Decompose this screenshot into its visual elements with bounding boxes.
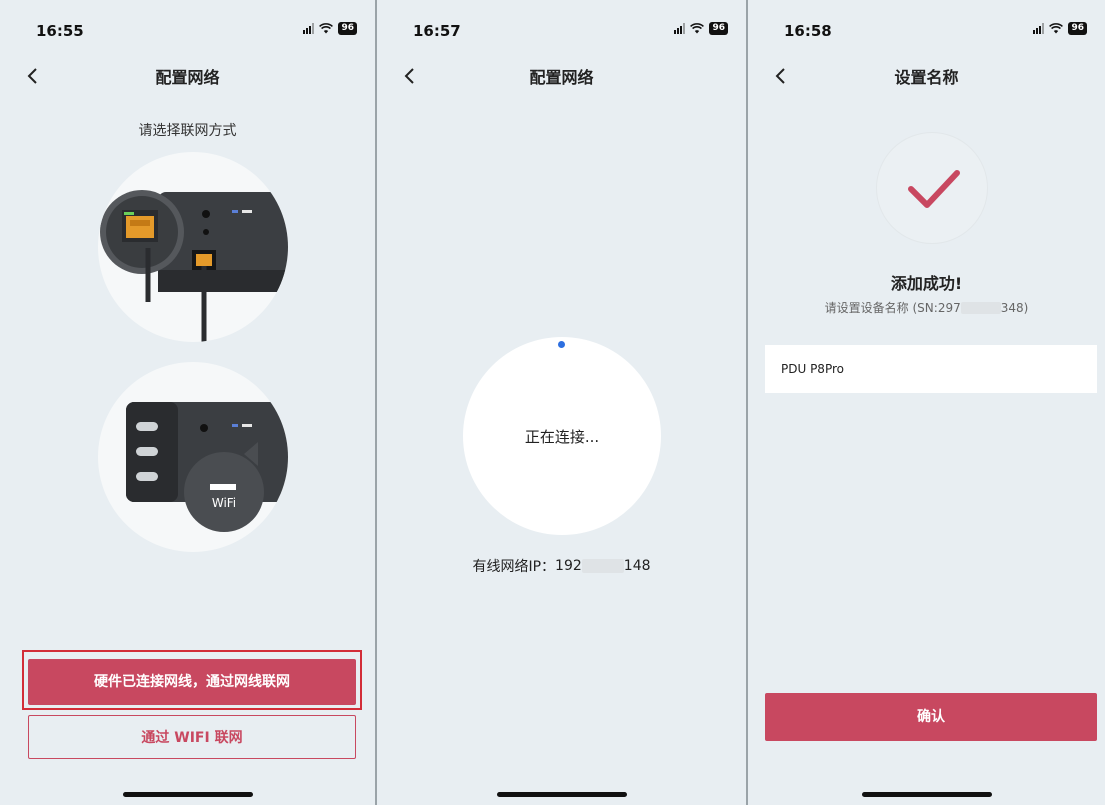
page-title: 配置网络 xyxy=(529,68,594,87)
wifi-label: WiFi xyxy=(211,496,237,510)
wifi-illustration[interactable]: WiFi xyxy=(98,362,288,552)
wifi-icon xyxy=(690,23,705,34)
redacted-block xyxy=(581,559,624,573)
connecting-screen: 16:57 96 配置网络 正在连接... 有线网络IP： 192 148 xyxy=(377,0,746,805)
ethernet-port-graphic xyxy=(100,190,288,342)
set-name-screen: 16:58 96 设置名称 添加成功! 请设置设备名称 (SN: 297 348… xyxy=(748,0,1105,805)
home-indicator[interactable] xyxy=(122,792,253,797)
ip-prefix: 192 xyxy=(555,558,582,574)
status-time: 16:58 xyxy=(784,22,832,40)
battery-icon: 96 xyxy=(709,22,728,35)
spinner-dot-icon xyxy=(558,341,565,348)
ethernet-connect-button[interactable]: 硬件已连接网线，通过网线联网 xyxy=(28,659,356,705)
connection-method-prompt: 请选择联网方式 xyxy=(138,123,237,139)
wifi-connect-button[interactable]: 通过 WIFI 联网 xyxy=(28,715,356,759)
sn-prompt-text: 请设置设备名称 (SN: xyxy=(824,301,938,315)
redacted-block xyxy=(960,301,1001,314)
home-indicator[interactable] xyxy=(861,792,992,797)
page-title: 配置网络 xyxy=(155,68,220,87)
signal-icon xyxy=(674,23,686,34)
device-name-input[interactable] xyxy=(765,345,1097,393)
wifi-device-graphic xyxy=(126,402,288,532)
network-config-screen: 16:55 96 配置网络 请选择联网方式 WiFi 硬件已连接网线，通过网线联… xyxy=(0,0,375,805)
status-icons: 96 xyxy=(1033,22,1087,35)
wifi-icon xyxy=(1049,23,1064,34)
page-title: 设置名称 xyxy=(894,68,959,87)
status-time: 16:57 xyxy=(413,22,461,40)
screenshot-collage: 16:55 96 配置网络 请选择联网方式 WiFi 硬件已连接网线，通过网线联… xyxy=(0,0,1105,805)
signal-icon xyxy=(303,23,315,34)
ip-suffix: 148 xyxy=(623,558,651,574)
status-icons: 96 xyxy=(674,22,728,35)
home-indicator[interactable] xyxy=(496,792,627,797)
ethernet-illustration[interactable] xyxy=(98,152,288,342)
wifi-icon xyxy=(319,23,334,34)
battery-icon: 96 xyxy=(1068,22,1087,35)
serial-number-prompt: 请设置设备名称 (SN: 297 348) xyxy=(748,299,1105,316)
status-time: 16:55 xyxy=(36,22,84,40)
confirm-button[interactable]: 确认 xyxy=(765,693,1097,741)
battery-icon: 96 xyxy=(338,22,357,35)
success-title: 添加成功! xyxy=(890,274,963,293)
success-check-icon xyxy=(876,132,988,244)
sn-suffix: 348) xyxy=(1000,300,1029,315)
status-icons: 96 xyxy=(303,22,357,35)
signal-icon xyxy=(1033,23,1045,34)
wired-ip-line: 有线网络IP： 192 148 xyxy=(377,556,746,576)
ip-label: 有线网络IP： xyxy=(472,559,556,575)
checkmark-icon xyxy=(908,170,960,208)
connecting-status: 正在连接... xyxy=(524,428,600,446)
sn-prefix: 297 xyxy=(937,300,961,315)
